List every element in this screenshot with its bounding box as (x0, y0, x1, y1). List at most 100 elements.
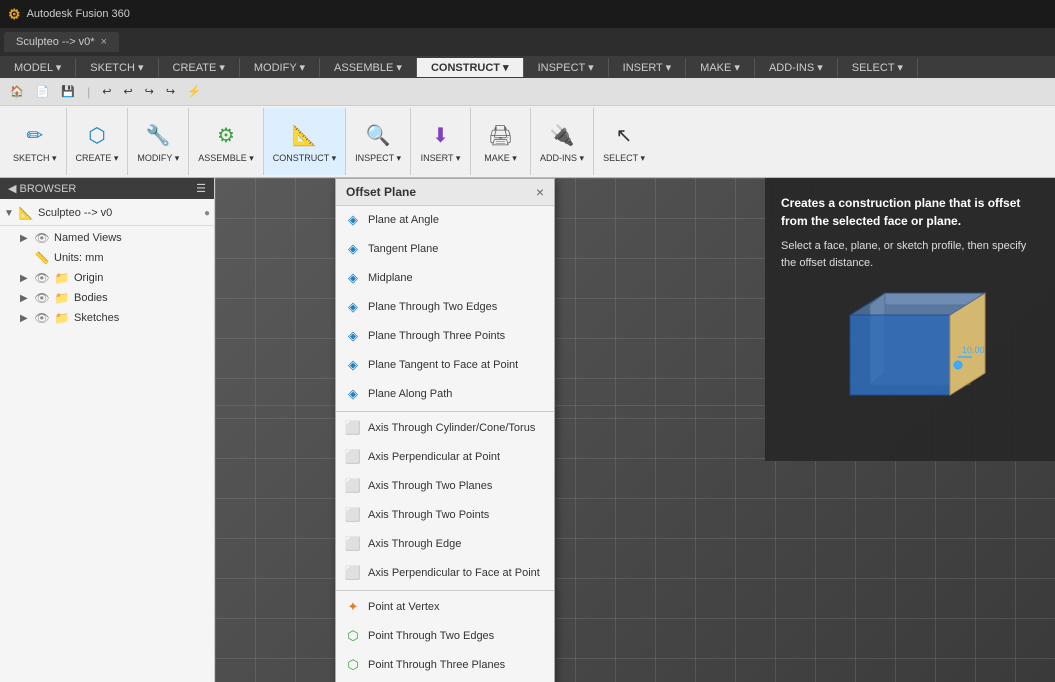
tab-insert[interactable]: INSERT ▾ (609, 58, 687, 77)
plane-along-path-icon: ◈ (344, 385, 362, 403)
chevron-sketches-icon: ▶ (20, 313, 34, 324)
inspect-button[interactable]: 🔍 INSPECT ▾ (352, 117, 404, 167)
3d-viewport[interactable]: Offset Plane × ◈ Plane at Angle ◈ Tangen… (215, 178, 1055, 682)
quick-access-save[interactable]: 💾 (57, 83, 79, 100)
plane-tangent-face-icon: ◈ (344, 356, 362, 374)
tab-close-button[interactable]: × (101, 36, 107, 48)
menu-item-plane-at-angle[interactable]: ◈ Plane at Angle (336, 206, 554, 235)
menu-item-midplane[interactable]: ◈ Midplane (336, 264, 554, 293)
make-button[interactable]: 🖨 MAKE ▾ (481, 117, 520, 167)
construct-menu: Offset Plane × ◈ Plane at Angle ◈ Tangen… (335, 178, 555, 682)
ribbon-group-addins: 🔌 ADD-INS ▾ (531, 108, 594, 175)
tab-inspect[interactable]: INSPECT ▾ (524, 58, 609, 77)
create-button[interactable]: ⬡ CREATE ▾ (73, 117, 122, 167)
tab-model[interactable]: MODEL ▾ (0, 58, 76, 77)
tangent-plane-icon: ◈ (344, 240, 362, 258)
tab-sketch[interactable]: SKETCH ▾ (76, 58, 158, 77)
browser-header: ◀ BROWSER ☰ (0, 178, 214, 199)
select-button[interactable]: ↖ SELECT ▾ (600, 117, 648, 167)
menu-item-plane-along-path[interactable]: ◈ Plane Along Path (336, 380, 554, 409)
quick-access-bar: 🏠 📄 💾 | ↩ ↩ ↪ ↪ ⚡ (0, 78, 1055, 106)
tree-item-sketches[interactable]: ▶ 👁 📁 Sketches (0, 308, 214, 328)
point-three-planes-icon: ⬡ (344, 656, 362, 674)
dropdown-close-button[interactable]: × (536, 184, 544, 200)
tab-create[interactable]: CREATE ▾ (159, 58, 240, 77)
make-icon: 🖨 (485, 120, 517, 152)
quick-access-undo2[interactable]: ↩ (119, 83, 136, 100)
tab-assemble[interactable]: ASSEMBLE ▾ (320, 58, 417, 77)
quick-access-new[interactable]: 🏠 (6, 83, 28, 100)
origin-visibility-icon: 👁 (34, 270, 50, 286)
tree-item-named-views[interactable]: ▶ 👁 Named Views (0, 228, 214, 248)
assemble-icon: ⚙ (210, 120, 242, 152)
bodies-visibility-icon: 👁 (34, 290, 50, 306)
menu-item-point-two-edges[interactable]: ⬡ Point Through Two Edges (336, 622, 554, 651)
tab-make[interactable]: MAKE ▾ (686, 58, 755, 77)
midplane-icon: ◈ (344, 269, 362, 287)
tree-item-origin[interactable]: ▶ 👁 📁 Origin (0, 268, 214, 288)
tree-item-root[interactable]: ▼ 📐 Sculpteo --> v0 ● (0, 203, 214, 223)
menu-item-label-plane-tangent-face: Plane Tangent to Face at Point (368, 359, 518, 371)
quick-access-redo[interactable]: ↪ (141, 83, 158, 100)
units-label: Units: mm (54, 252, 210, 264)
menu-item-label-axis-cylinder: Axis Through Cylinder/Cone/Torus (368, 422, 535, 434)
menu-item-axis-cylinder[interactable]: ⬜ Axis Through Cylinder/Cone/Torus (336, 414, 554, 443)
ribbon-group-inspect: 🔍 INSPECT ▾ (346, 108, 411, 175)
tab-construct[interactable]: CONSTRUCT ▾ (417, 58, 524, 77)
menu-item-label-midplane: Midplane (368, 272, 413, 284)
dropdown-title: Offset Plane (346, 185, 416, 199)
tab-modify[interactable]: MODIFY ▾ (240, 58, 320, 77)
browser-tree: ▼ 📐 Sculpteo --> v0 ● ▶ 👁 Named Views 📏 … (0, 199, 214, 682)
ribbon-toolbar: 🏠 📄 💾 | ↩ ↩ ↪ ↪ ⚡ ✏ SKETCH ▾ ⬡ CREATE ▾ (0, 78, 1055, 178)
construct-button[interactable]: 📐 CONSTRUCT ▾ (270, 117, 339, 167)
insert-button[interactable]: ⬇ INSERT ▾ (418, 117, 464, 167)
quick-access-redo2[interactable]: ↪ (162, 83, 179, 100)
menu-item-point-three-planes[interactable]: ⬡ Point Through Three Planes (336, 651, 554, 680)
quick-access-undo[interactable]: ↩ (98, 83, 115, 100)
chevron-origin-icon: ▶ (20, 273, 34, 284)
menu-item-label-axis-perp-face: Axis Perpendicular to Face at Point (368, 567, 540, 579)
document-tab[interactable]: Sculpteo --> v0* × (4, 32, 119, 52)
sketch-icon: ✏ (19, 120, 51, 152)
tree-item-bodies[interactable]: ▶ 👁 📁 Bodies (0, 288, 214, 308)
info-body: Select a face, plane, or sketch profile,… (781, 238, 1039, 271)
menu-item-axis-two-points[interactable]: ⬜ Axis Through Two Points (336, 501, 554, 530)
menu-item-label-axis-edge: Axis Through Edge (368, 538, 461, 550)
menu-item-axis-edge[interactable]: ⬜ Axis Through Edge (336, 530, 554, 559)
box-svg: 10.00 (810, 285, 1010, 445)
menu-item-plane-three-points[interactable]: ◈ Plane Through Three Points (336, 322, 554, 351)
svg-text:10.00: 10.00 (962, 345, 985, 355)
addins-button[interactable]: 🔌 ADD-INS ▾ (537, 117, 587, 167)
ribbon-group-modify: 🔧 MODIFY ▾ (128, 108, 189, 175)
addins-icon: 🔌 (546, 120, 578, 152)
menu-item-plane-two-edges[interactable]: ◈ Plane Through Two Edges (336, 293, 554, 322)
quick-access-open[interactable]: 📄 (32, 83, 54, 100)
axis-perp-point-icon: ⬜ (344, 448, 362, 466)
tab-select[interactable]: SELECT ▾ (838, 58, 918, 77)
menu-item-axis-perp-point[interactable]: ⬜ Axis Perpendicular at Point (336, 443, 554, 472)
menu-item-label-plane-three-points: Plane Through Three Points (368, 330, 505, 342)
sketch-button[interactable]: ✏ SKETCH ▾ (10, 117, 60, 167)
tab-bar: Sculpteo --> v0* × (0, 28, 1055, 56)
root-icon: 📐 (18, 205, 34, 221)
modify-button[interactable]: 🔧 MODIFY ▾ (134, 117, 182, 167)
browser-menu-icon[interactable]: ☰ (196, 182, 206, 195)
menu-item-axis-perp-face[interactable]: ⬜ Axis Perpendicular to Face at Point (336, 559, 554, 588)
title-bar: ⚙ Autodesk Fusion 360 (0, 0, 1055, 28)
menu-item-tangent-plane[interactable]: ◈ Tangent Plane (336, 235, 554, 264)
sketches-label: Sketches (74, 312, 210, 324)
chevron-icon: ▼ (4, 208, 18, 219)
assemble-button[interactable]: ⚙ ASSEMBLE ▾ (195, 117, 257, 167)
quick-access-extra[interactable]: ⚡ (183, 83, 205, 100)
menu-item-point-vertex[interactable]: ✦ Point at Vertex (336, 593, 554, 622)
tree-item-units[interactable]: 📏 Units: mm (0, 248, 214, 268)
menu-item-label-axis-two-planes: Axis Through Two Planes (368, 480, 492, 492)
menu-item-axis-two-planes[interactable]: ⬜ Axis Through Two Planes (336, 472, 554, 501)
plane-at-angle-icon: ◈ (344, 211, 362, 229)
menu-item-label-point-two-edges: Point Through Two Edges (368, 630, 494, 642)
units-icon: 📏 (34, 250, 50, 266)
menu-item-plane-tangent-face[interactable]: ◈ Plane Tangent to Face at Point (336, 351, 554, 380)
inspect-icon: 🔍 (362, 120, 394, 152)
tab-addins[interactable]: ADD-INS ▾ (755, 58, 838, 77)
menu-item-label-tangent-plane: Tangent Plane (368, 243, 438, 255)
